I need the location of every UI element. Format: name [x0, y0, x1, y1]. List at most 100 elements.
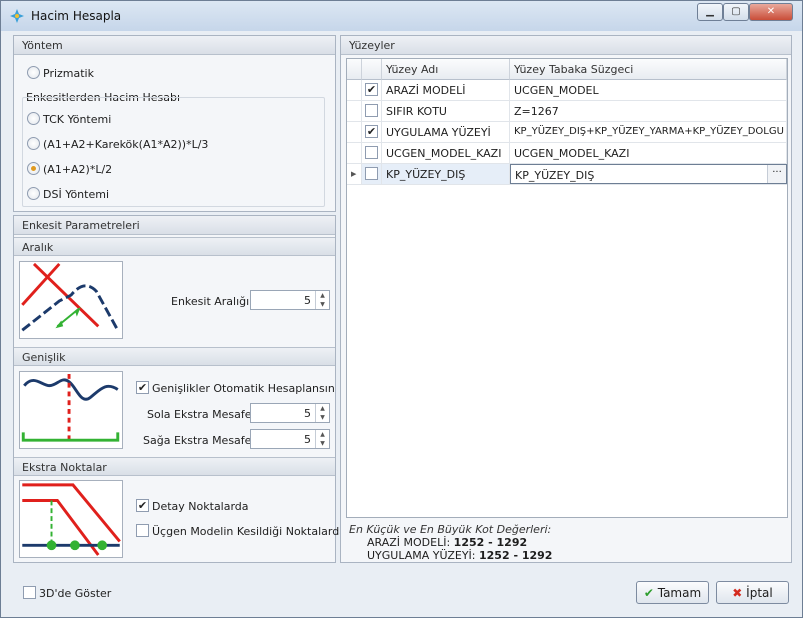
enkesit-header: Enkesit Parametreleri — [14, 216, 335, 235]
kot-info-value: 1252 - 1292 — [479, 549, 553, 562]
yuzey-adi-cell[interactable]: ARAZİ MODELİ — [382, 80, 510, 100]
title-bar: Hacim Hesapla ▁ ▢ ✕ — [1, 1, 802, 31]
tck-label[interactable]: TCK Yöntemi — [43, 113, 111, 126]
row-checkbox[interactable] — [365, 146, 378, 159]
yuzey-adi-cell[interactable]: KP_YÜZEY_DIŞ — [382, 164, 510, 184]
minimize-button[interactable]: ▁ — [697, 3, 723, 21]
surfaces-grid: Yüzey Adı Yüzey Tabaka Süzgeci ✔ ARAZİ M… — [346, 58, 788, 518]
hacim-hesapla-window: Hacim Hesapla ▁ ▢ ✕ Yöntem Prizmatik Enk… — [0, 0, 803, 618]
cancel-x-icon: ✖ — [732, 586, 743, 600]
dsi-radio[interactable] — [27, 187, 40, 200]
ortalama-radio[interactable] — [27, 162, 40, 175]
row-indicator — [347, 101, 362, 121]
yuzey-tabaka-cell[interactable]: Z=1267 — [510, 101, 787, 121]
row-checkbox-cell[interactable] — [362, 164, 382, 184]
kot-info: En Küçük ve En Büyük Kot Değerleri: ARAZ… — [349, 523, 552, 562]
enkesit-araligi-label: Enkesit Aralığı: — [171, 295, 253, 308]
enkesit-araligi-spinner[interactable]: 5 ▲ ▼ — [250, 290, 330, 310]
yuzey-tabaka-cell[interactable]: UCGEN_MODEL — [510, 80, 787, 100]
row-checkbox-cell[interactable]: ✔ — [362, 122, 382, 142]
check-column-header — [362, 59, 382, 80]
ucgen-kesildigi-label[interactable]: Üçgen Modelin Kesildiği Noktalarda — [152, 525, 346, 538]
show-3d-label[interactable]: 3D'de Göster — [39, 587, 111, 600]
minimize-icon: ▁ — [706, 6, 714, 17]
ekstra-noktalar-header: Ekstra Noktalar — [14, 457, 335, 476]
kot-info-value: 1252 - 1292 — [453, 536, 528, 549]
enkesit-panel: Enkesit Parametreleri Aralık Enkesit Ara… — [13, 215, 346, 563]
yuzey-tabaka-editor[interactable]: KP_YÜZEY_DIŞ — [510, 164, 787, 184]
row-checkbox-cell[interactable]: ✔ — [362, 80, 382, 100]
iptal-button[interactable]: ✖ İptal — [716, 581, 789, 604]
spinner-arrows-icon[interactable]: ▲ ▼ — [315, 430, 329, 448]
row-indicator — [347, 143, 362, 163]
check-icon: ✔ — [643, 586, 654, 600]
saga-ekstra-label: Sağa Ekstra Mesafe: — [143, 434, 256, 447]
yontem-header: Yöntem — [14, 36, 335, 55]
yuzey-tabaka-editor-value[interactable]: KP_YÜZEY_DIŞ — [515, 169, 594, 182]
kot-info-label: ARAZİ MODELİ: — [367, 536, 454, 549]
prizmatik-label[interactable]: Prizmatik — [43, 67, 94, 80]
row-checkbox[interactable] — [365, 104, 378, 117]
ekstra-noktalar-illustration — [19, 480, 123, 558]
row-checkbox[interactable]: ✔ — [365, 83, 378, 96]
table-row[interactable]: UCGEN_MODEL_KAZI UCGEN_MODEL_KAZI — [347, 143, 787, 164]
genislik-illustration — [19, 371, 123, 449]
karekok-radio[interactable] — [27, 137, 40, 150]
tamam-label: Tamam — [657, 586, 702, 600]
yuzey-adi-header[interactable]: Yüzey Adı — [382, 59, 510, 80]
otomatik-genislik-label[interactable]: Genişlikler Otomatik Hesaplansın — [152, 382, 335, 395]
saga-ekstra-value: 5 — [304, 433, 311, 446]
aralik-illustration — [19, 261, 123, 339]
table-row[interactable]: ▶ KP_YÜZEY_DIŞ KP_YÜZEY_DIŞ ··· — [347, 164, 787, 185]
genislik-header: Genişlik — [14, 347, 335, 366]
kot-info-line-uygulama: UYGULAMA YÜZEYİ: 1252 - 1292 — [349, 549, 552, 562]
maximize-button[interactable]: ▢ — [723, 3, 749, 21]
row-checkbox-cell[interactable] — [362, 101, 382, 121]
row-checkbox-cell[interactable] — [362, 143, 382, 163]
detay-noktalarda-checkbox[interactable]: ✔ — [136, 499, 149, 512]
yontem-panel: Yöntem Prizmatik Enkesitlerden Hacim Hes… — [13, 35, 336, 212]
iptal-label: İptal — [746, 586, 773, 600]
aralik-header: Aralık — [14, 237, 335, 256]
detay-noktalarda-label[interactable]: Detay Noktalarda — [152, 500, 249, 513]
window-title: Hacim Hesapla — [31, 9, 122, 23]
table-row[interactable]: SIFIR KOTU Z=1267 — [347, 101, 787, 122]
yuzey-adi-cell[interactable]: UYGULAMA YÜZEYİ — [382, 122, 510, 142]
dsi-label[interactable]: DSİ Yöntemi — [43, 188, 109, 201]
sola-ekstra-spinner[interactable]: 5 ▲ ▼ — [250, 403, 330, 423]
close-button[interactable]: ✕ — [749, 3, 793, 21]
tck-radio[interactable] — [27, 112, 40, 125]
yuzey-tabaka-cell[interactable]: UCGEN_MODEL_KAZI — [510, 143, 787, 163]
sola-ekstra-value: 5 — [304, 407, 311, 420]
ucgen-kesildigi-checkbox[interactable] — [136, 524, 149, 537]
yuzey-adi-cell[interactable]: SIFIR KOTU — [382, 101, 510, 121]
saga-ekstra-spinner[interactable]: 5 ▲ ▼ — [250, 429, 330, 449]
maximize-icon: ▢ — [731, 6, 741, 17]
yuzey-tabaka-cell[interactable]: KP_YÜZEY_DIŞ+KP_YÜZEY_YARMA+KP_YÜZEY_DOL… — [510, 122, 787, 142]
yuzey-tabaka-header[interactable]: Yüzey Tabaka Süzgeci — [510, 59, 787, 80]
current-row-arrow-icon: ▶ — [347, 164, 362, 184]
row-checkbox[interactable] — [365, 167, 378, 180]
ellipsis-button[interactable]: ··· — [767, 165, 786, 183]
row-checkbox[interactable]: ✔ — [365, 125, 378, 138]
spinner-arrows-icon[interactable]: ▲ ▼ — [315, 404, 329, 422]
enkesit-araligi-value: 5 — [304, 294, 311, 307]
kot-info-title: En Küçük ve En Büyük Kot Değerleri: — [349, 523, 552, 536]
row-indicator — [347, 122, 362, 142]
kot-info-line-arazi: ARAZİ MODELİ: 1252 - 1292 — [349, 536, 552, 549]
spinner-arrows-icon[interactable]: ▲ ▼ — [315, 291, 329, 309]
row-indicator-header — [347, 59, 362, 80]
show-3d-checkbox[interactable] — [23, 586, 36, 599]
table-row[interactable]: ✔ UYGULAMA YÜZEYİ KP_YÜZEY_DIŞ+KP_YÜZEY_… — [347, 122, 787, 143]
table-row[interactable]: ✔ ARAZİ MODELİ UCGEN_MODEL — [347, 80, 787, 101]
sola-ekstra-label: Sola Ekstra Mesafe: — [147, 408, 256, 421]
yuzeyler-header: Yüzeyler — [341, 36, 791, 55]
karekok-label[interactable]: (A1+A2+Karekök(A1*A2))*L/3 — [43, 138, 208, 151]
tamam-button[interactable]: ✔ Tamam — [636, 581, 709, 604]
yuzey-adi-cell[interactable]: UCGEN_MODEL_KAZI — [382, 143, 510, 163]
otomatik-genislik-checkbox[interactable]: ✔ — [136, 381, 149, 394]
prizmatik-radio[interactable] — [27, 66, 40, 79]
ortalama-label[interactable]: (A1+A2)*L/2 — [43, 163, 112, 176]
row-indicator — [347, 80, 362, 100]
kot-info-label: UYGULAMA YÜZEYİ: — [367, 549, 479, 562]
